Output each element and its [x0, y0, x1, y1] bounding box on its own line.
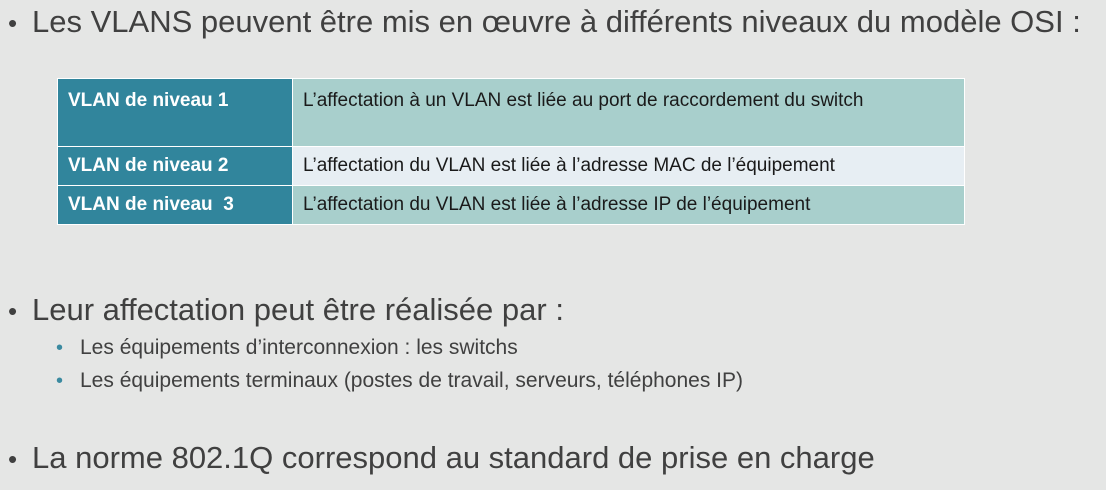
sub-bullet-text: Les équipements terminaux (postes de tra…: [80, 369, 744, 392]
table-row: VLAN de niveau 3 L’affectation du VLAN e…: [57, 185, 965, 225]
vlan-level-cell: VLAN de niveau 2: [57, 146, 293, 186]
vlan-description-cell: L’affectation du VLAN est liée à l’adres…: [292, 185, 965, 225]
sub-bullet-dot-icon: •: [56, 337, 64, 359]
vlan-level-cell: VLAN de niveau 1: [57, 78, 293, 147]
vlan-description-cell: L’affectation du VLAN est liée à l’adres…: [292, 146, 965, 186]
table-row: VLAN de niveau 2 L’affectation du VLAN e…: [57, 146, 965, 186]
vlan-level-cell: VLAN de niveau 3: [57, 185, 293, 225]
vlan-levels-table: VLAN de niveau 1 L’affectation à un VLAN…: [57, 78, 965, 225]
bullet-intro: • Les VLANS peuvent être mis en œuvre à …: [8, 4, 1081, 41]
bullet-dot-icon: •: [8, 296, 18, 326]
sub-bullet-dot-icon: •: [56, 370, 64, 392]
bullet-norme: • La norme 802.1Q correspond au standard…: [8, 440, 875, 477]
sub-bullet-item: • Les équipements terminaux (postes de t…: [56, 368, 743, 394]
sub-bullet-item: • Les équipements d’interconnexion : les…: [56, 335, 518, 361]
sub-bullet-text: Les équipements d’interconnexion : les s…: [80, 336, 518, 359]
bullet-intro-text: Les VLANS peuvent être mis en œuvre à di…: [32, 4, 1081, 39]
bullet-dot-icon: •: [8, 444, 18, 474]
vlan-description-cell: L’affectation à un VLAN est liée au port…: [292, 78, 965, 147]
table-row: VLAN de niveau 1 L’affectation à un VLAN…: [57, 78, 965, 147]
bullet-affectation: • Leur affectation peut être réalisée pa…: [8, 292, 564, 329]
bullet-affectation-text: Leur affectation peut être réalisée par …: [32, 292, 564, 327]
bullet-norme-text: La norme 802.1Q correspond au standard d…: [32, 440, 875, 475]
bullet-dot-icon: •: [8, 8, 18, 38]
